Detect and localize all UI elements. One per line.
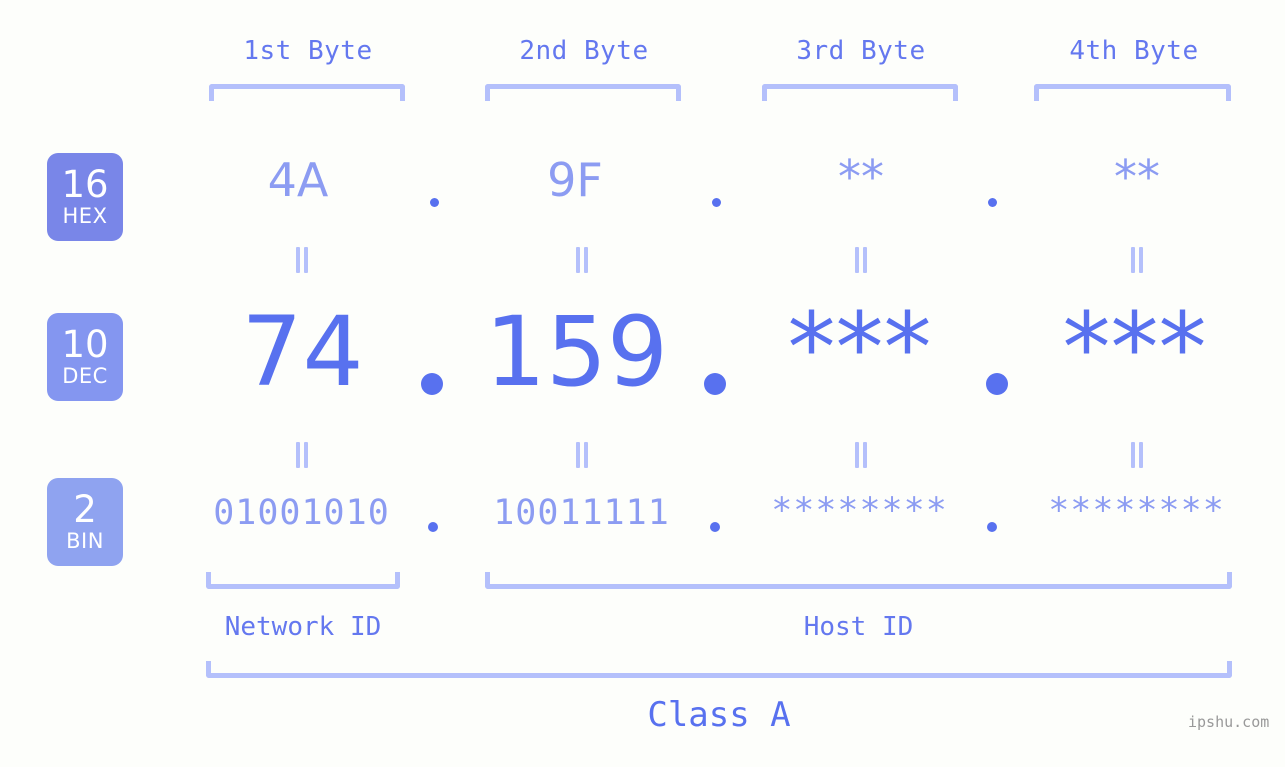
bin-value-byte-2: 10011111 [493, 493, 670, 533]
byte-bracket-2 [485, 84, 681, 101]
byte-header-1: 1st Byte [243, 36, 373, 66]
dec-separator-dot-1 [421, 373, 443, 395]
base-badge-bin-number: 2 [73, 488, 97, 531]
base-badge-bin: 2 BIN [47, 478, 123, 566]
network-id-bracket [206, 572, 400, 589]
host-id-bracket [485, 572, 1232, 589]
equivalence-mark-decbin-4 [1129, 442, 1145, 468]
dec-separator-dot-2 [704, 373, 726, 395]
equivalence-mark-decbin-3 [853, 442, 869, 468]
byte-header-2: 2nd Byte [519, 36, 649, 66]
base-badge-hex-label: HEX [62, 204, 108, 228]
host-id-label: Host ID [803, 612, 914, 642]
equivalence-mark-hexdec-4 [1129, 247, 1145, 273]
dec-value-byte-3: *** [787, 292, 932, 404]
class-label: Class A [647, 695, 791, 735]
hex-value-byte-3: ** [838, 150, 884, 204]
base-badge-dec-label: DEC [62, 364, 108, 388]
hex-separator-dot-3 [988, 198, 997, 207]
base-badge-dec-number: 10 [61, 323, 109, 366]
byte-bracket-4 [1034, 84, 1231, 101]
bin-separator-dot-2 [710, 522, 720, 532]
base-badge-hex-number: 16 [61, 163, 109, 206]
dec-separator-dot-3 [986, 373, 1008, 395]
hex-value-byte-4: ** [1114, 150, 1160, 204]
byte-header-4: 4th Byte [1069, 36, 1199, 66]
network-id-label: Network ID [224, 612, 382, 642]
equivalence-mark-hexdec-3 [853, 247, 869, 273]
bin-separator-dot-3 [987, 522, 997, 532]
equivalence-mark-decbin-1 [294, 442, 310, 468]
dec-value-byte-2: 159 [484, 296, 669, 408]
base-badge-bin-label: BIN [66, 529, 104, 553]
byte-bracket-3 [762, 84, 958, 101]
ip-breakdown-diagram: 1st Byte 2nd Byte 3rd Byte 4th Byte 16 H… [0, 0, 1285, 767]
base-badge-hex: 16 HEX [47, 153, 123, 241]
hex-separator-dot-1 [430, 198, 439, 207]
watermark: ipshu.com [1188, 713, 1270, 731]
hex-value-byte-1: 4A [267, 153, 329, 207]
bin-value-byte-1: 01001010 [213, 493, 390, 533]
equivalence-mark-decbin-2 [574, 442, 590, 468]
class-bracket [206, 661, 1232, 678]
bin-separator-dot-1 [428, 522, 438, 532]
byte-bracket-1 [209, 84, 405, 101]
bin-value-byte-3: ******** [771, 491, 948, 531]
bin-value-byte-4: ******** [1048, 491, 1225, 531]
byte-header-3: 3rd Byte [796, 36, 926, 66]
hex-separator-dot-2 [712, 198, 721, 207]
equivalence-mark-hexdec-2 [574, 247, 590, 273]
equivalence-mark-hexdec-1 [294, 247, 310, 273]
hex-value-byte-2: 9F [547, 153, 603, 207]
dec-value-byte-4: *** [1062, 292, 1207, 404]
base-badge-dec: 10 DEC [47, 313, 123, 401]
dec-value-byte-1: 74 [241, 296, 364, 408]
